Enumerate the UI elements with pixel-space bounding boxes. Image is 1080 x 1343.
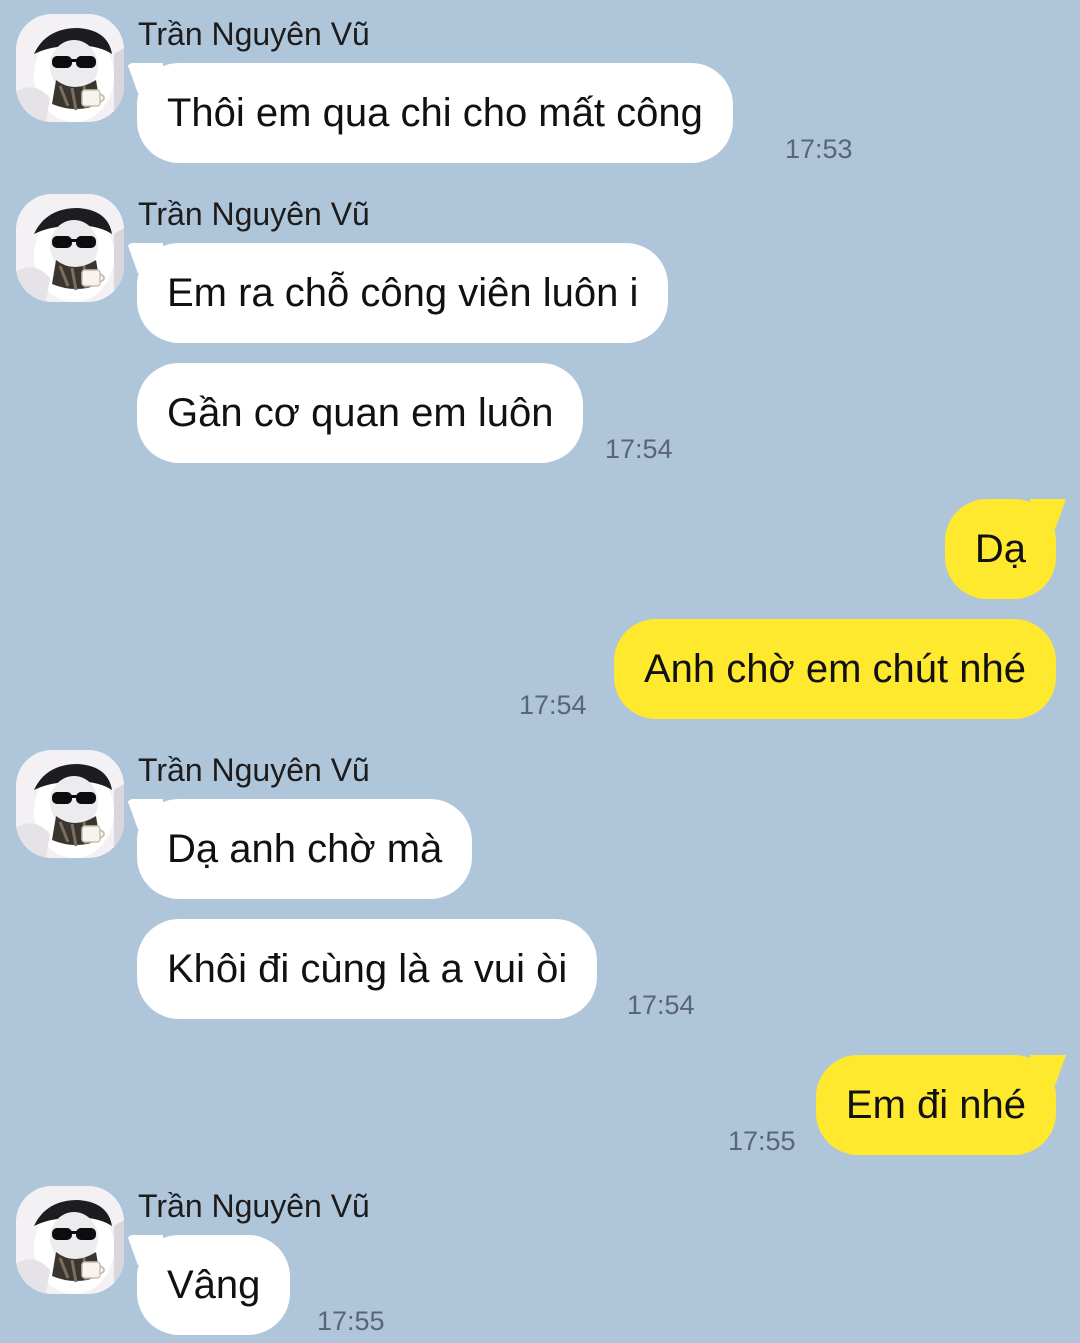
message-bubble-incoming[interactable]: Dạ anh chờ mà bbox=[137, 799, 473, 899]
sender-name: Trần Nguyên Vũ bbox=[138, 16, 370, 52]
contact-avatar[interactable] bbox=[16, 1186, 124, 1294]
message-bubble-incoming[interactable]: Em ra chỗ công viên luôn i bbox=[137, 243, 669, 343]
message-bubble-incoming[interactable]: Thôi em qua chi cho mất công bbox=[137, 63, 733, 163]
message-bubble-incoming[interactable]: Khôi đi cùng là a vui òi bbox=[137, 919, 598, 1019]
message-bubble-outgoing[interactable]: Em đi nhé bbox=[815, 1055, 1056, 1155]
message-timestamp: 17:54 bbox=[605, 434, 673, 464]
message-timestamp: 17:54 bbox=[627, 990, 695, 1020]
contact-avatar[interactable] bbox=[16, 194, 124, 302]
message-timestamp: 17:55 bbox=[317, 1306, 385, 1336]
message-timestamp: 17:54 bbox=[519, 690, 587, 720]
person-beret-sunglasses-avatar-icon bbox=[16, 750, 124, 858]
sender-name: Trần Nguyên Vũ bbox=[138, 752, 370, 788]
sender-name: Trần Nguyên Vũ bbox=[138, 1188, 370, 1224]
person-beret-sunglasses-avatar-icon bbox=[16, 194, 124, 302]
person-beret-sunglasses-avatar-icon bbox=[16, 14, 124, 122]
message-bubble-incoming[interactable]: Vâng bbox=[137, 1235, 291, 1335]
sender-name: Trần Nguyên Vũ bbox=[138, 196, 370, 232]
contact-avatar[interactable] bbox=[16, 750, 124, 858]
message-bubble-incoming[interactable]: Gần cơ quan em luôn bbox=[137, 363, 584, 463]
contact-avatar[interactable] bbox=[16, 14, 124, 122]
message-timestamp: 17:53 bbox=[785, 134, 853, 164]
message-timestamp: 17:55 bbox=[728, 1126, 796, 1156]
person-beret-sunglasses-avatar-icon bbox=[16, 1186, 124, 1294]
message-bubble-outgoing[interactable]: Anh chờ em chút nhé bbox=[613, 619, 1056, 719]
chat-window: Trần Nguyên Vũ Thôi em qua chi cho mất c… bbox=[0, 0, 1080, 1343]
message-bubble-outgoing[interactable]: Dạ bbox=[944, 499, 1056, 599]
